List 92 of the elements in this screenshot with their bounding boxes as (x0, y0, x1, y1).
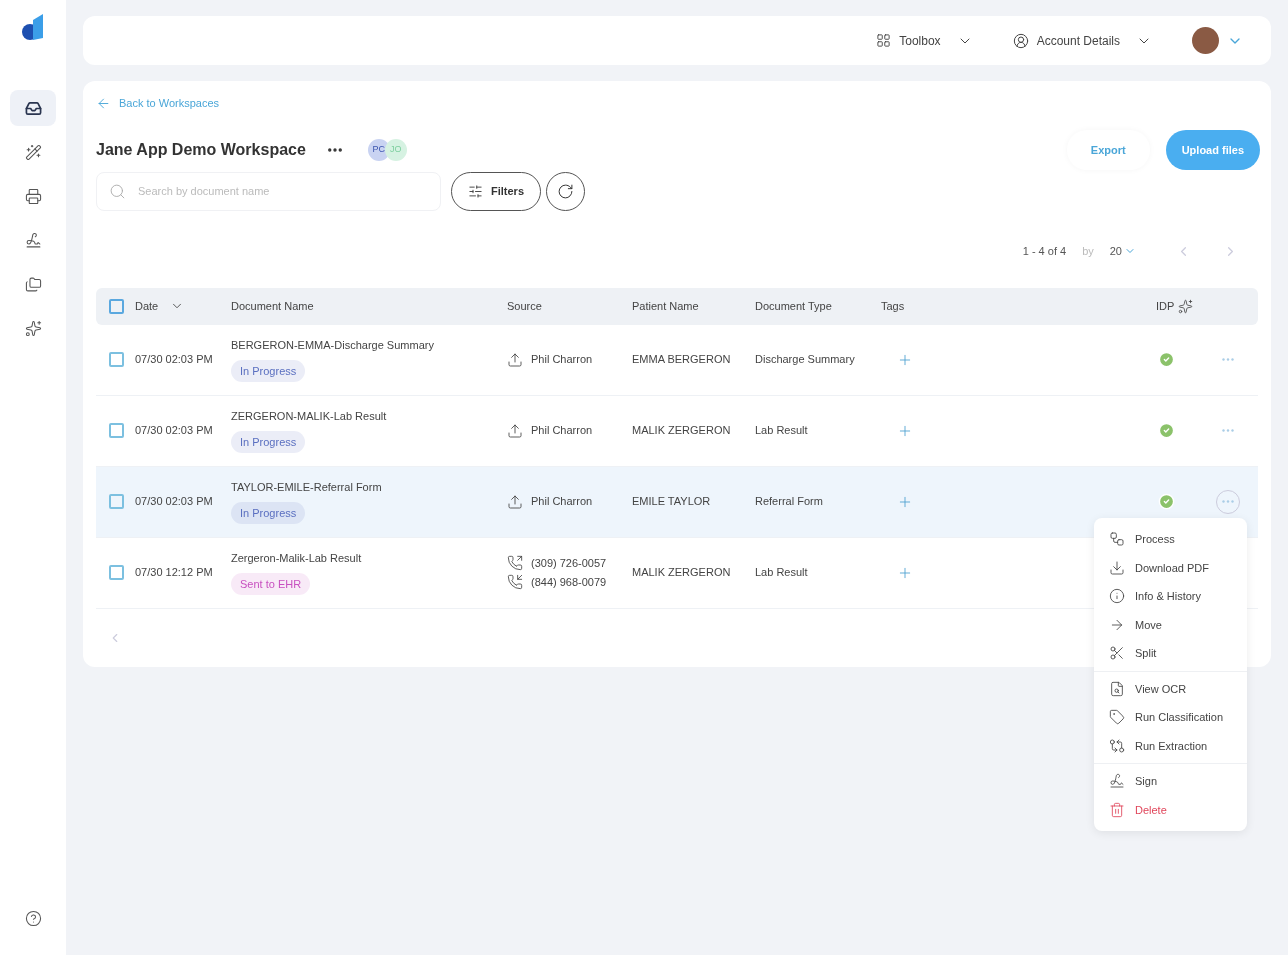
status-badge: Sent to EHR (231, 572, 311, 595)
search-field[interactable]: Search by document name (96, 172, 441, 211)
column-header: Source (507, 298, 543, 314)
menu-item[interactable]: Split (1094, 639, 1247, 668)
download-icon (1109, 559, 1125, 576)
row-checkbox[interactable] (109, 352, 124, 367)
document-type-cell-text: Lab Result (755, 565, 809, 581)
more-icon (1222, 500, 1234, 503)
document-type-cell-text: Lab Result (755, 423, 809, 439)
upload-icon (507, 351, 523, 368)
menu-item[interactable]: View OCR (1094, 674, 1247, 703)
column-header: Patient Name (632, 298, 700, 314)
date-cell-text: 07/30 02:03 PM (135, 423, 214, 439)
sliders-icon (468, 184, 483, 199)
user-icon (1012, 32, 1029, 49)
check-icon (1158, 351, 1175, 368)
menu-item[interactable]: Sign (1094, 767, 1247, 796)
source-text: Phil Charron (531, 352, 593, 368)
flow-icon (1109, 531, 1125, 548)
more-icon (1222, 429, 1234, 432)
patient-cell-text: EMMA BERGERON (632, 352, 732, 368)
signature-icon (24, 231, 42, 249)
row-checkbox[interactable] (109, 565, 124, 580)
menu-item[interactable]: Delete (1094, 795, 1247, 824)
workspace-title: Jane App Demo Workspace (96, 139, 306, 160)
document-name: Zergeron-Malik-Lab Result (231, 551, 362, 566)
account-details-menu[interactable]: Account Details (1012, 31, 1152, 50)
status-badge: In Progress (231, 359, 306, 382)
magic-wand-icon (24, 143, 42, 161)
by-label: by (1082, 244, 1094, 259)
refresh-icon (557, 183, 574, 200)
column-header: Tags (881, 298, 906, 314)
inbox-icon (24, 99, 42, 117)
date-cell-text: 07/30 02:03 PM (135, 494, 214, 510)
status-badge: In Progress (231, 430, 306, 453)
source-text: (309) 726-0057 (531, 556, 607, 571)
patient-cell-text: MALIK ZERGERON (632, 565, 732, 581)
avatar (1192, 27, 1219, 54)
menu-item[interactable]: Run Extraction (1094, 731, 1247, 760)
menu-item[interactable]: Move (1094, 610, 1247, 639)
patient-cell-text: EMILE TAYLOR (632, 494, 712, 510)
document-type-cell-text: Referral Form (755, 494, 824, 510)
tag-icon (1109, 709, 1125, 726)
row-checkbox[interactable] (109, 494, 124, 509)
split-icon (1109, 645, 1125, 662)
page-size-select[interactable]: 20 (1109, 243, 1136, 260)
patient-cell-text: MALIK ZERGERON (632, 423, 732, 439)
status-badge: In Progress (231, 501, 306, 524)
menu-item[interactable]: Run Classification (1094, 703, 1247, 732)
menu-item[interactable]: Process (1094, 525, 1247, 554)
member-avatar: JO (384, 138, 407, 161)
document-name: BERGERON-EMMA-Discharge Summary (231, 338, 434, 353)
select-all-checkbox[interactable] (109, 298, 124, 314)
check-icon (1158, 422, 1175, 439)
column-header[interactable]: Date (135, 297, 231, 315)
menu-item[interactable]: Download PDF (1094, 553, 1247, 582)
document-name: TAYLOR-EMILE-Referral Form (231, 480, 382, 495)
branch-icon (1109, 737, 1125, 754)
grid-icon (876, 33, 892, 48)
sparkle-icon (1178, 298, 1194, 314)
source-text: Phil Charron (531, 494, 593, 510)
column-header: Document Name (231, 298, 315, 314)
toolbox-menu[interactable]: Toolbox (876, 31, 973, 50)
phone-icon (507, 555, 523, 572)
menu-item[interactable]: Info & History (1094, 582, 1247, 611)
upload-icon (507, 493, 523, 510)
sparkle-icon (24, 319, 42, 337)
document-name: ZERGERON-MALIK-Lab Result (231, 409, 387, 424)
folders-icon (24, 275, 42, 293)
page-range: 1 - 4 of 4 (1022, 244, 1067, 259)
more-icon (1222, 358, 1234, 361)
signature-icon (1109, 773, 1125, 790)
document-type-cell-text: Discharge Summary (755, 352, 856, 368)
sidebar-item[interactable] (10, 90, 56, 126)
search-input[interactable]: Search by document name (138, 183, 428, 200)
column-header: IDP (1156, 297, 1216, 315)
logo-icon (21, 12, 45, 42)
info-icon (1109, 588, 1125, 605)
source-text: (844) 968-0079 (531, 574, 607, 590)
row-checkbox[interactable] (109, 423, 124, 438)
date-cell-text: 07/30 12:12 PM (135, 565, 214, 581)
date-cell-text: 07/30 02:03 PM (135, 352, 214, 368)
fax-icon (24, 187, 42, 205)
source-text: Phil Charron (531, 423, 593, 439)
document-search-icon (1109, 680, 1125, 697)
trash-icon (1109, 801, 1125, 818)
column-header: Document Type (755, 298, 833, 314)
upload-icon (507, 422, 523, 439)
check-icon (1158, 493, 1175, 510)
search-icon (109, 183, 126, 200)
help-icon[interactable] (24, 910, 42, 927)
phone-icon (507, 573, 523, 590)
